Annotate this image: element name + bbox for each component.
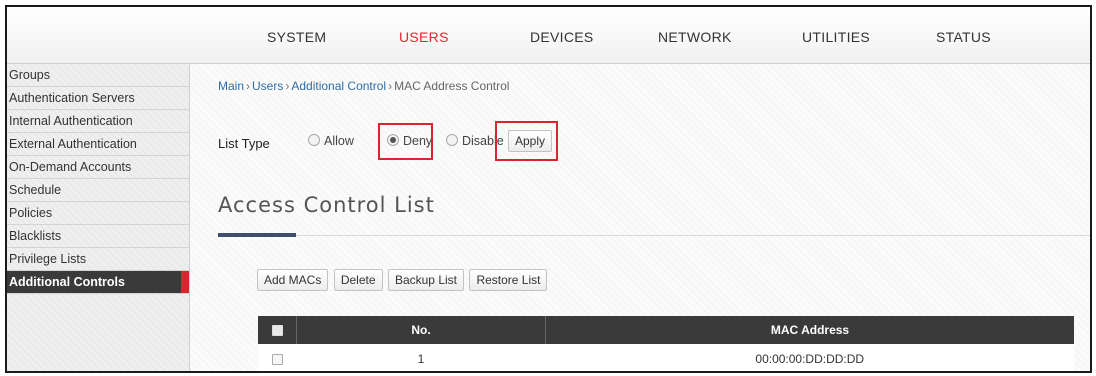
title-divider [218, 235, 1090, 236]
main-content: Main › Users › Additional Control › MAC Addres… [190, 64, 1090, 371]
sidebar-item-external-authentication[interactable]: External Authentication [7, 133, 189, 156]
sidebar-item-schedule[interactable]: Schedule [7, 179, 189, 202]
sidebar-item-additional-controls[interactable]: Additional Controls [7, 271, 189, 294]
row-no: 1 [296, 344, 546, 371]
sidebar-item-privilege-lists[interactable]: Privilege Lists [7, 248, 189, 271]
column-header-no[interactable]: No. [296, 316, 546, 344]
select-all-cell [258, 316, 297, 344]
radio-disable-label: Disable [462, 134, 504, 148]
sidebar-item-authentication-servers[interactable]: Authentication Servers [7, 87, 189, 110]
breadcrumb-additional-control[interactable]: Additional Control [291, 79, 386, 93]
delete-button[interactable]: Delete [333, 269, 383, 291]
sidebar-item-internal-authentication[interactable]: Internal Authentication [7, 110, 189, 133]
breadcrumb-current: MAC Address Control [394, 79, 510, 93]
sidebar: Groups Authentication Servers Internal A… [7, 64, 190, 371]
list-type-label: List Type [218, 136, 270, 151]
radio-disable-control[interactable] [446, 134, 458, 146]
table-row[interactable]: 1 00:00:00:DD:DD:DD [258, 344, 1074, 371]
apply-button[interactable]: Apply [508, 130, 553, 152]
radio-allow-label: Allow [324, 134, 354, 148]
title-accent-bar [218, 233, 296, 237]
section-title: Access Control List [218, 193, 435, 217]
tab-devices[interactable]: DEVICES [530, 29, 594, 45]
breadcrumb-users[interactable]: Users [252, 79, 283, 93]
radio-allow[interactable]: Allow [308, 134, 354, 148]
row-mac-address: 00:00:00:DD:DD:DD [545, 344, 1074, 371]
radio-deny-control[interactable] [387, 134, 399, 146]
sidebar-item-on-demand-accounts[interactable]: On-Demand Accounts [7, 156, 189, 179]
radio-deny-label: Deny [403, 134, 433, 148]
add-macs-button[interactable]: Add MACs [257, 269, 329, 291]
radio-deny[interactable]: Deny [387, 134, 432, 148]
row-select-cell [258, 344, 297, 371]
tab-system[interactable]: SYSTEM [267, 29, 326, 45]
radio-disable[interactable]: Disable [446, 134, 504, 148]
sidebar-item-groups[interactable]: Groups [7, 64, 189, 87]
breadcrumb-main[interactable]: Main [218, 79, 244, 93]
tab-network[interactable]: NETWORK [658, 29, 732, 45]
breadcrumb: Main › Users › Additional Control › MAC Addres… [218, 79, 509, 93]
tab-status[interactable]: STATUS [936, 29, 991, 45]
table-header-row: No. MAC Address [258, 316, 1074, 344]
backup-list-button[interactable]: Backup List [387, 269, 464, 291]
sidebar-item-blacklists[interactable]: Blacklists [7, 225, 189, 248]
acl-table: No. MAC Address 1 00:00:00:DD:DD:DD [258, 316, 1074, 371]
acl-toolbar: Add MACs Delete Backup List Restore List [257, 269, 548, 291]
radio-allow-control[interactable] [308, 134, 320, 146]
app-window: SYSTEM USERS DEVICES NETWORK UTILITIES S… [5, 5, 1092, 373]
breadcrumb-separator: › [388, 79, 393, 93]
select-all-checkbox[interactable] [271, 325, 283, 337]
row-checkbox[interactable] [271, 354, 283, 366]
sidebar-item-policies[interactable]: Policies [7, 202, 189, 225]
tab-users[interactable]: USERS [399, 29, 449, 45]
top-nav: SYSTEM USERS DEVICES NETWORK UTILITIES S… [7, 7, 1090, 64]
restore-list-button[interactable]: Restore List [469, 269, 548, 291]
column-header-mac[interactable]: MAC Address [545, 316, 1074, 344]
tab-utilities[interactable]: UTILITIES [802, 29, 870, 45]
breadcrumb-separator: › [246, 79, 251, 93]
